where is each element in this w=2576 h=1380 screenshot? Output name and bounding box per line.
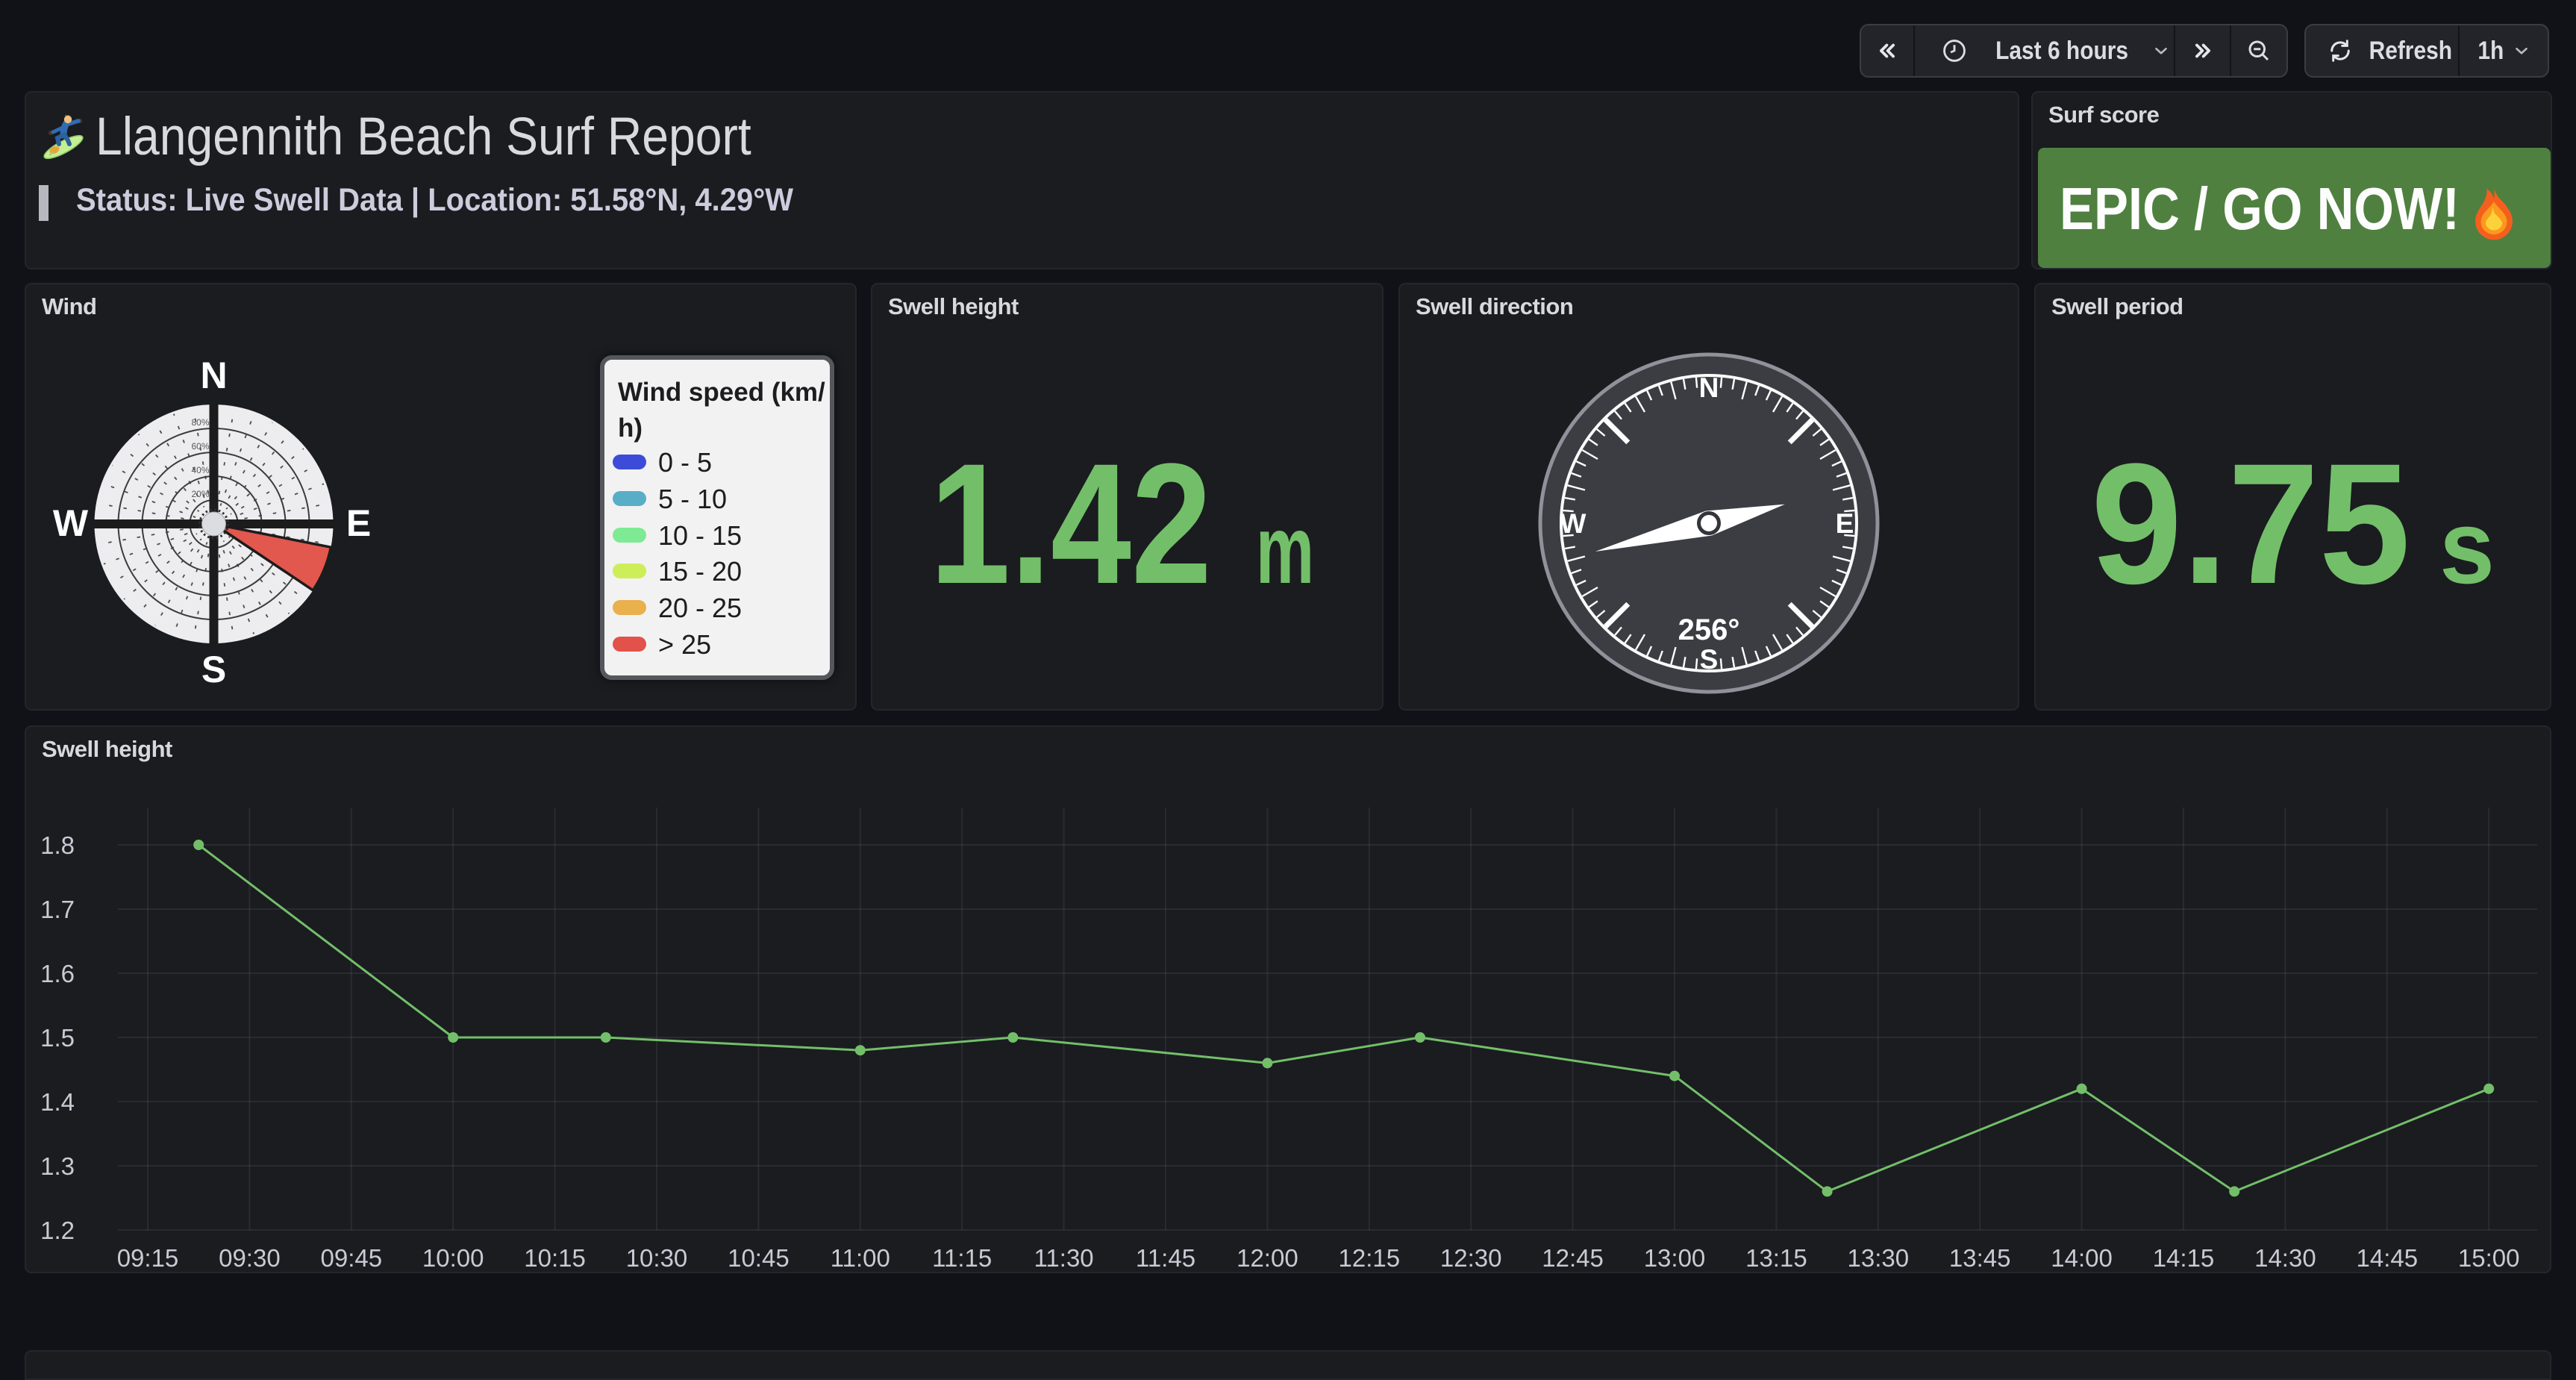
svg-text:12:15: 12:15 [1339,1244,1401,1272]
svg-text:11:15: 11:15 [932,1244,992,1272]
svg-text:10:00: 10:00 [422,1244,484,1272]
svg-text:11:45: 11:45 [1136,1244,1195,1272]
svg-text:9.75: 9.75 [2091,428,2410,619]
svg-text:1.6: 1.6 [40,960,75,987]
svg-text:12:30: 12:30 [1440,1244,1502,1272]
svg-text:12:45: 12:45 [1542,1244,1604,1272]
svg-text:N: N [1699,372,1719,403]
svg-text:60%: 60% [191,441,209,452]
svg-text:14:15: 14:15 [2153,1244,2215,1272]
svg-text:10:45: 10:45 [728,1244,790,1272]
svg-text:09:15: 09:15 [117,1244,179,1272]
svg-text:11:30: 11:30 [1034,1244,1094,1272]
svg-text:EPIC / GO NOW!: EPIC / GO NOW! [2060,175,2460,242]
svg-text:10:30: 10:30 [626,1244,688,1272]
svg-text:11:00: 11:00 [831,1244,890,1272]
svg-text:S: S [201,649,226,690]
svg-text:09:30: 09:30 [219,1244,281,1272]
svg-text:W: W [1560,508,1586,539]
svg-text:m: m [1256,495,1314,604]
svg-text:12:00: 12:00 [1237,1244,1298,1272]
svg-text:13:15: 13:15 [1745,1244,1807,1272]
svg-text:s: s [2439,488,2495,605]
svg-text:1.2: 1.2 [40,1217,75,1244]
svg-text:1.7: 1.7 [40,896,75,923]
svg-text:13:45: 13:45 [1949,1244,2011,1272]
svg-text:S: S [1700,644,1719,675]
svg-text:13:30: 13:30 [1848,1244,1910,1272]
svg-text:1.8: 1.8 [40,831,75,859]
svg-text:W: W [53,502,89,544]
svg-text:13:00: 13:00 [1644,1244,1706,1272]
svg-text:E: E [346,502,371,544]
svg-text:10:15: 10:15 [524,1244,586,1272]
svg-text:09:45: 09:45 [321,1244,383,1272]
svg-text:E: E [1836,508,1854,539]
svg-text:1.5: 1.5 [40,1024,75,1052]
svg-text:1.42: 1.42 [930,428,1212,619]
svg-text:80%: 80% [191,417,209,428]
svg-text:1.3: 1.3 [40,1152,75,1180]
svg-text:15:00: 15:00 [2458,1244,2520,1272]
svg-text:20%: 20% [191,489,209,499]
svg-text:N: N [200,355,227,396]
svg-text:14:30: 14:30 [2254,1244,2316,1272]
svg-text:40%: 40% [191,465,209,475]
svg-text:14:45: 14:45 [2357,1244,2419,1272]
svg-text:14:00: 14:00 [2051,1244,2113,1272]
svg-text:1.4: 1.4 [40,1088,75,1116]
svg-text:256°: 256° [1678,613,1740,646]
